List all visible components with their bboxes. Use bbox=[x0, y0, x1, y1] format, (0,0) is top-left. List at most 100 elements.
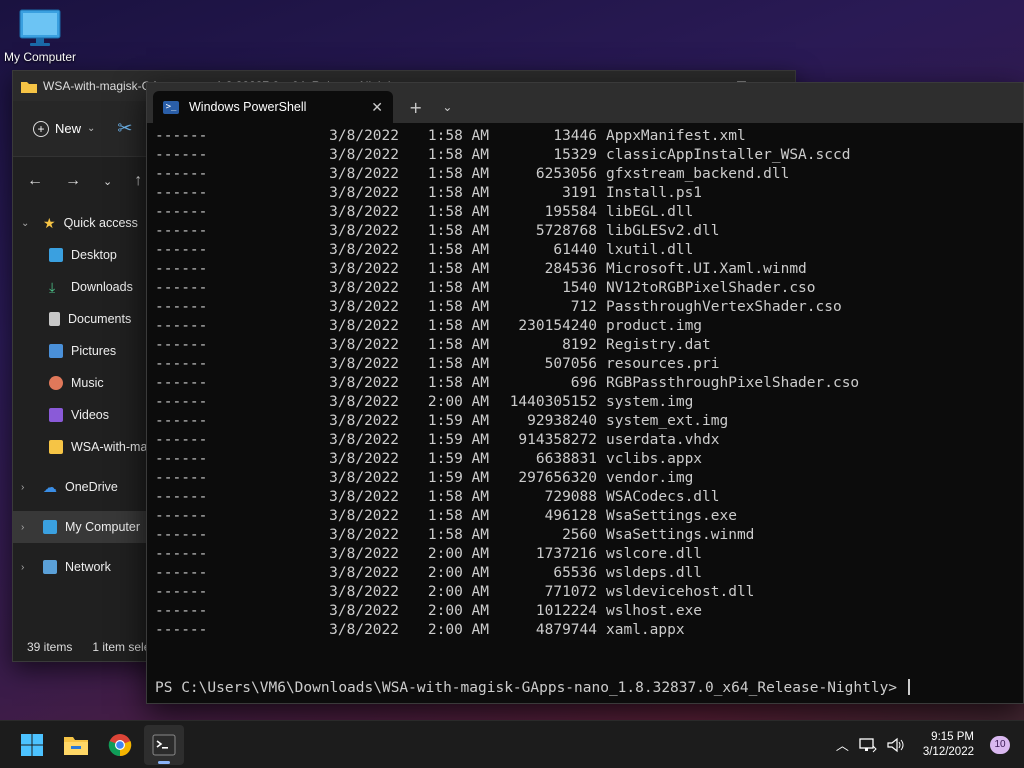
chevron-expanded-icon: ⌄ bbox=[21, 217, 30, 229]
new-tab-icon[interactable]: + bbox=[409, 98, 422, 117]
file-size: 1540 bbox=[562, 280, 597, 296]
item-count: 39 items bbox=[27, 640, 73, 654]
download-arrow-icon: ⤓ bbox=[49, 278, 56, 295]
file-time: 1:58 AM bbox=[427, 261, 489, 277]
file-size: 61440 bbox=[553, 242, 597, 258]
file-size: 4879744 bbox=[535, 622, 597, 638]
terminal-line: ------ 3/8/2022 1:58 AM 496128 WsaSettings.e… bbox=[155, 507, 1023, 526]
file-mode: ------ bbox=[155, 280, 208, 296]
file-mode: ------ bbox=[155, 565, 208, 581]
file-time: 1:58 AM bbox=[427, 299, 489, 315]
sidebar-item-music[interactable]: Music bbox=[13, 367, 148, 399]
file-name: vclibs.appx bbox=[606, 451, 703, 467]
cloud-icon: ☁ bbox=[43, 478, 57, 495]
file-date: 3/8/2022 bbox=[329, 603, 399, 619]
new-button-label: New bbox=[55, 121, 82, 136]
taskbar-file-explorer[interactable] bbox=[56, 725, 96, 765]
chevron-right-icon: › bbox=[21, 561, 25, 573]
recent-chevron-icon[interactable]: ⌄ bbox=[103, 175, 112, 188]
file-time: 2:00 AM bbox=[427, 603, 489, 619]
new-button[interactable]: + New ⌄ bbox=[33, 120, 96, 137]
taskbar: ︿ 9:15 PM 3/12/2022 10 bbox=[0, 720, 1024, 768]
star-icon: ★ bbox=[43, 214, 56, 231]
start-button[interactable] bbox=[12, 725, 52, 765]
file-time: 1:58 AM bbox=[427, 185, 489, 201]
monitor-icon bbox=[19, 9, 61, 46]
close-tab-icon[interactable]: ✕ bbox=[371, 99, 383, 116]
taskbar-terminal[interactable] bbox=[144, 724, 184, 765]
sidebar-item-wsa-folder[interactable]: WSA-with-magisk-GApps bbox=[13, 431, 148, 463]
document-icon bbox=[49, 312, 60, 326]
chevron-down-icon: ⌄ bbox=[87, 123, 96, 134]
file-date: 3/8/2022 bbox=[329, 470, 399, 486]
sidebar-item-network[interactable]: › Network bbox=[13, 551, 148, 583]
explorer-sidebar: ⌄ ★ Quick access Desktop ⤓ Downloads Doc… bbox=[13, 207, 148, 583]
notification-badge[interactable]: 10 bbox=[990, 735, 1010, 754]
file-time: 1:59 AM bbox=[427, 451, 489, 467]
sidebar-label: Pictures bbox=[71, 344, 117, 358]
file-explorer-icon bbox=[64, 736, 88, 755]
sidebar-label: Documents bbox=[68, 312, 132, 326]
file-size: 914358272 bbox=[518, 432, 597, 448]
file-mode: ------ bbox=[155, 147, 208, 163]
file-name: wsldevicehost.dll bbox=[606, 584, 755, 600]
file-name: PassthroughVertexShader.cso bbox=[606, 299, 842, 315]
my-computer-desktop-icon[interactable]: My Computer bbox=[0, 8, 80, 64]
file-date: 3/8/2022 bbox=[329, 489, 399, 505]
folder-icon bbox=[21, 81, 37, 93]
terminal-prompt[interactable]: PS C:\Users\VM6\Downloads\WSA-with-magis… bbox=[155, 679, 910, 696]
sidebar-item-onedrive[interactable]: › ☁ OneDrive bbox=[13, 471, 148, 503]
file-mode: ------ bbox=[155, 470, 208, 486]
tab-windows-powershell[interactable]: >_ Windows PowerShell ✕ bbox=[153, 91, 393, 123]
file-name: libGLESv2.dll bbox=[606, 223, 720, 239]
cut-icon[interactable]: ✂ bbox=[117, 118, 132, 139]
sidebar-item-desktop[interactable]: Desktop bbox=[13, 239, 148, 271]
file-date: 3/8/2022 bbox=[329, 280, 399, 296]
sidebar-item-documents[interactable]: Documents bbox=[13, 303, 148, 335]
file-size: 230154240 bbox=[518, 318, 597, 334]
terminal-output[interactable]: ------ 3/8/2022 1:58 AM 13446 AppxManifest.x… bbox=[147, 123, 1023, 640]
clock[interactable]: 9:15 PM 3/12/2022 bbox=[923, 730, 974, 760]
show-hidden-icons-chevron[interactable]: ︿ bbox=[836, 735, 849, 754]
file-name: system_ext.img bbox=[606, 413, 729, 429]
file-size: 8192 bbox=[562, 337, 597, 353]
windows-start-icon bbox=[21, 733, 43, 756]
dropdown-chevron-icon[interactable]: ⌄ bbox=[442, 100, 452, 114]
terminal-line: ------ 3/8/2022 2:00 AM 1440305152 system.im… bbox=[155, 393, 1023, 412]
file-time: 1:58 AM bbox=[427, 242, 489, 258]
network-status-icon[interactable] bbox=[859, 737, 877, 753]
file-mode: ------ bbox=[155, 603, 208, 619]
chrome-icon bbox=[108, 733, 132, 756]
sidebar-item-videos[interactable]: Videos bbox=[13, 399, 148, 431]
file-date: 3/8/2022 bbox=[329, 451, 399, 467]
volume-icon[interactable] bbox=[887, 737, 905, 753]
file-name: Microsoft.UI.Xaml.winmd bbox=[606, 261, 807, 277]
sidebar-item-downloads[interactable]: ⤓ Downloads bbox=[13, 271, 148, 303]
file-date: 3/8/2022 bbox=[329, 565, 399, 581]
file-mode: ------ bbox=[155, 375, 208, 391]
file-name: wslcore.dll bbox=[606, 546, 703, 562]
terminal-line: ------ 3/8/2022 1:58 AM 230154240 product.im… bbox=[155, 317, 1023, 336]
terminal-line: ------ 3/8/2022 2:00 AM 4879744 xaml.appx bbox=[155, 621, 1023, 640]
file-time: 1:58 AM bbox=[427, 375, 489, 391]
forward-arrow-icon[interactable]: → bbox=[65, 172, 81, 190]
terminal-line: ------ 3/8/2022 1:58 AM 507056 resources.pri bbox=[155, 355, 1023, 374]
file-size: 15329 bbox=[553, 147, 597, 163]
monitor-icon bbox=[43, 520, 57, 534]
file-date: 3/8/2022 bbox=[329, 375, 399, 391]
sidebar-label: Quick access bbox=[63, 216, 138, 230]
back-arrow-icon[interactable]: ← bbox=[27, 172, 43, 190]
prompt-text: PS C:\Users\VM6\Downloads\WSA-with-magis… bbox=[155, 680, 906, 696]
file-time: 1:59 AM bbox=[427, 470, 489, 486]
sidebar-item-pictures[interactable]: Pictures bbox=[13, 335, 148, 367]
sidebar-item-quick-access[interactable]: ⌄ ★ Quick access bbox=[13, 207, 148, 239]
file-mode: ------ bbox=[155, 451, 208, 467]
sidebar-item-my-computer[interactable]: › My Computer bbox=[13, 511, 148, 543]
file-date: 3/8/2022 bbox=[329, 337, 399, 353]
taskbar-chrome[interactable] bbox=[100, 725, 140, 765]
up-arrow-icon[interactable]: ↑ bbox=[134, 172, 142, 190]
file-time: 1:58 AM bbox=[427, 204, 489, 220]
terminal-line: ------ 3/8/2022 1:58 AM 696 RGBPassthroughPi… bbox=[155, 374, 1023, 393]
file-time: 1:58 AM bbox=[427, 280, 489, 296]
file-date: 3/8/2022 bbox=[329, 527, 399, 543]
